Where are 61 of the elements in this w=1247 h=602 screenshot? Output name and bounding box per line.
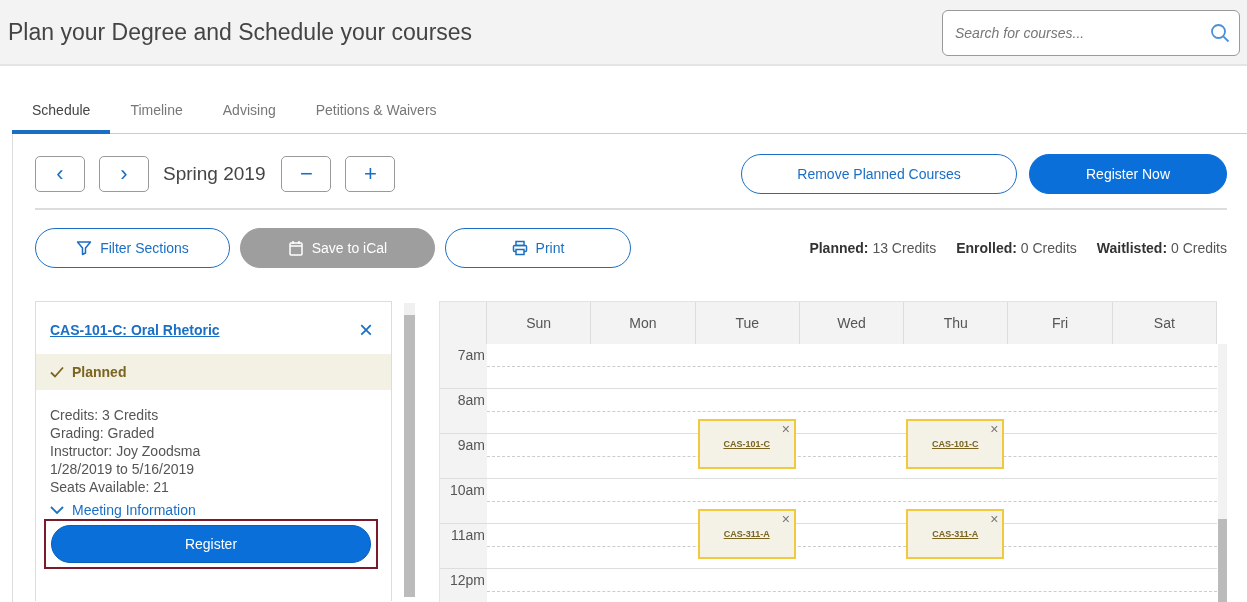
printer-icon — [511, 240, 528, 256]
chevron-icon — [50, 506, 64, 514]
calendar-icon — [287, 240, 304, 256]
day-header: Fri — [1008, 302, 1113, 344]
course-event[interactable]: × CAS-311-A — [906, 509, 1005, 559]
day-header: Sun — [487, 302, 592, 344]
search-field[interactable]: Search for courses... — [942, 10, 1240, 56]
scrollbar[interactable] — [1218, 344, 1227, 602]
day-header: Thu — [904, 302, 1009, 344]
remove-event-button[interactable]: × — [781, 422, 790, 436]
day-header: Wed — [799, 302, 905, 344]
remove-event-button[interactable]: × — [990, 512, 999, 526]
course-detail: Credits: 3 Credits — [50, 406, 160, 424]
tab[interactable]: Advising — [202, 96, 296, 134]
course-detail: 1/28/2019 to 5/16/2019 — [50, 460, 196, 478]
hour-label: 8am — [440, 389, 487, 433]
action-button[interactable]: Remove Planned Courses — [741, 154, 1017, 194]
remove-term-button[interactable]: − — [281, 156, 332, 192]
event-code[interactable]: CAS-311-A — [932, 529, 979, 539]
next-term-button[interactable]: › — [99, 156, 149, 192]
hour-label: 9am — [440, 434, 487, 478]
tab[interactable]: Timeline — [110, 96, 203, 134]
previous-term-button[interactable]: ‹ — [35, 156, 85, 192]
close-button[interactable]: × — [355, 318, 377, 342]
tab[interactable]: Petitions & Waivers — [295, 96, 457, 134]
day-header: Tue — [695, 302, 800, 344]
check-icon — [50, 366, 64, 378]
credit-total: Enrolled: 0 Credits — [956, 240, 1077, 256]
hour-label: 12pm — [440, 569, 487, 602]
course-detail: Grading: Graded — [50, 424, 156, 442]
register-button[interactable]: Register — [51, 525, 371, 563]
credit-total: Waitlisted: 0 Credits — [1096, 240, 1227, 256]
course-event[interactable]: × CAS-311-A — [697, 509, 796, 559]
toolbar-button[interactable]: Filter Sections — [35, 228, 230, 268]
credit-total: Planned: 13 Credits — [809, 240, 937, 256]
term-label: Spring 2019 — [163, 163, 266, 185]
hour-label: 7am — [440, 344, 487, 388]
search-icon[interactable] — [1210, 23, 1230, 43]
page-title: Plan your Degree and Schedule your courses — [8, 18, 473, 46]
toolbar-button[interactable]: Print — [445, 228, 631, 268]
day-header: Sat — [1112, 302, 1217, 344]
course-event[interactable]: × CAS-101-C — [906, 419, 1005, 469]
hour-label: 11am — [440, 524, 487, 568]
course-event[interactable]: × CAS-101-C — [697, 419, 796, 469]
event-code[interactable]: CAS-101-C — [932, 439, 979, 449]
meeting-toggle[interactable]: Meeting Information — [36, 500, 210, 518]
status-label: Planned — [72, 364, 127, 380]
event-code[interactable]: CAS-311-A — [723, 529, 770, 539]
course-link[interactable]: CAS-101-C: Oral Rhetoric — [50, 322, 220, 338]
course-detail: Instructor: Joy Zoodsma — [50, 442, 202, 460]
remove-event-button[interactable]: × — [990, 422, 999, 436]
day-header: Mon — [591, 302, 696, 344]
hour-label: 10am — [440, 479, 487, 523]
course-detail: Seats Available: 21 — [50, 478, 170, 496]
tab[interactable]: Schedule — [12, 96, 111, 134]
scrollbar[interactable] — [404, 303, 415, 597]
action-button[interactable]: Register Now — [1029, 154, 1227, 194]
event-code[interactable]: CAS-101-C — [723, 439, 770, 449]
remove-event-button[interactable]: × — [781, 512, 790, 526]
add-term-button[interactable]: + — [345, 156, 396, 192]
filter-icon — [76, 240, 93, 256]
